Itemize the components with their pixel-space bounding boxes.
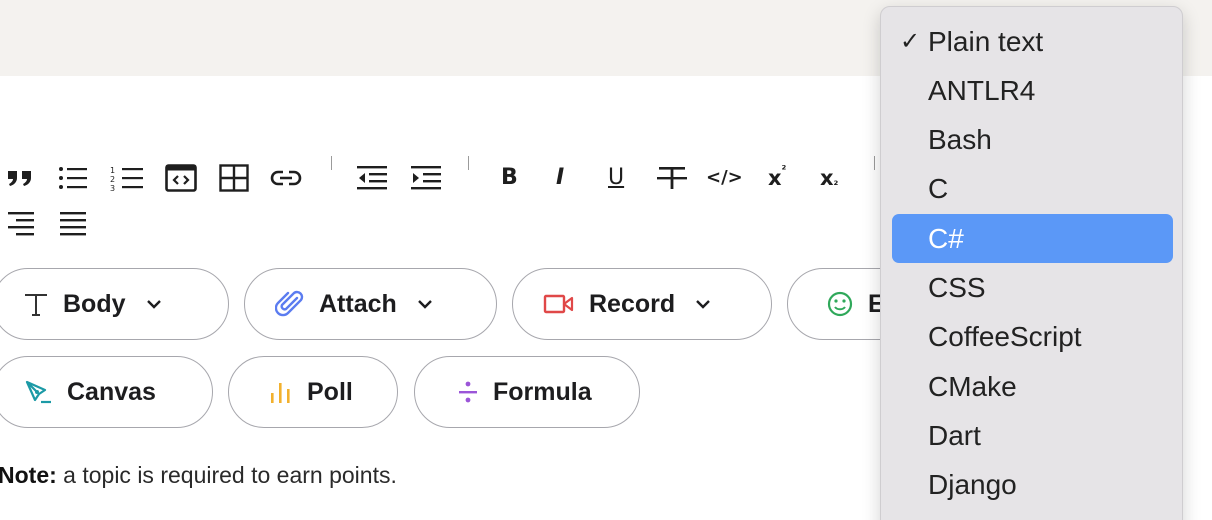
toolbar-separator [331,156,332,170]
superscript-base: x [768,166,782,190]
dropdown-option[interactable]: CSS [892,263,1173,312]
canvas-button[interactable]: Canvas [0,356,213,428]
body-style-button[interactable]: Body [0,268,229,340]
dropdown-option-label: CSS [928,271,986,303]
dropdown-option-label: CoffeeScript [928,320,1082,352]
numbered-list-icon[interactable]: 123 [110,162,144,194]
video-camera-icon [543,293,575,315]
poll-button-label: Poll [307,377,353,406]
dropdown-option-highlighted[interactable]: C# [892,214,1173,263]
smiley-icon [826,290,854,318]
note-text: a topic is required to earn points. [56,462,397,488]
inline-code-icon[interactable]: </> [706,162,743,194]
record-button[interactable]: Record [512,268,772,340]
chevron-down-icon [146,299,162,309]
subscript-base: x [820,166,834,190]
svg-text:3: 3 [110,184,115,191]
attach-button[interactable]: Attach [244,268,497,340]
align-right-icon[interactable] [6,208,36,240]
divide-icon [457,379,479,405]
dropdown-option-label: Plain text [928,25,1044,57]
body-button-label: Body [63,289,126,318]
svg-text:2: 2 [110,175,115,184]
dropdown-option-label: C# [928,222,964,254]
poll-button[interactable]: Poll [228,356,398,428]
checkmark-icon: ✓ [900,28,921,55]
bold-icon[interactable]: B [501,162,518,194]
strikethrough-icon[interactable] [657,162,687,194]
dropdown-option[interactable]: Dart [892,411,1173,460]
link-icon[interactable] [270,162,302,194]
attach-button-label: Attach [319,289,397,318]
dropdown-option[interactable]: C [892,164,1173,213]
formula-button[interactable]: Formula [414,356,640,428]
chevron-down-icon [417,299,433,309]
blockquote-icon[interactable] [6,162,36,194]
formula-button-label: Formula [493,377,592,406]
italic-icon[interactable]: I [556,162,564,194]
subscript-mark: ₂ [833,175,839,188]
svg-text:1: 1 [110,166,115,175]
bullet-list-icon[interactable] [58,162,88,194]
dropdown-option-label: Django [928,468,1017,500]
dropdown-option[interactable]: CoffeeScript [892,312,1173,361]
dropdown-option[interactable]: ✓ Plain text [892,17,1173,66]
table-icon[interactable] [219,162,249,194]
language-dropdown[interactable]: ✓ Plain text ANTLR4 Bash C C# CSS Coffee… [880,6,1183,520]
dropdown-option-label: ANTLR4 [928,74,1036,106]
dropdown-option-label: Dart [928,419,981,451]
topic-note: Note: a topic is required to earn points… [0,462,397,489]
outdent-icon[interactable] [356,162,388,194]
dropdown-option-label: C [928,172,949,204]
code-block-icon[interactable] [165,162,197,194]
note-prefix: Note: [0,462,57,488]
dropdown-option-label: CMake [928,370,1017,402]
justify-icon[interactable] [58,208,88,240]
underline-icon[interactable]: U [608,162,624,194]
superscript-icon[interactable]: x² [768,162,786,194]
chevron-down-icon [695,299,711,309]
toolbar-separator [468,156,469,170]
record-button-label: Record [589,289,676,318]
paperclip-icon [275,289,305,319]
canvas-button-label: Canvas [67,377,156,406]
dropdown-option-label: Bash [928,123,992,155]
pen-nib-icon [23,378,53,406]
dropdown-option[interactable]: Bash [892,115,1173,164]
superscript-mark: ² [781,163,787,176]
dropdown-option[interactable]: CMake [892,362,1173,411]
dropdown-option[interactable]: ANTLR4 [892,66,1173,115]
dropdown-option[interactable]: Django [892,460,1173,509]
indent-icon[interactable] [410,162,442,194]
toolbar-separator [874,156,875,170]
subscript-icon[interactable]: x₂ [820,162,838,194]
text-type-icon [23,291,49,317]
bar-chart-icon [269,379,293,405]
